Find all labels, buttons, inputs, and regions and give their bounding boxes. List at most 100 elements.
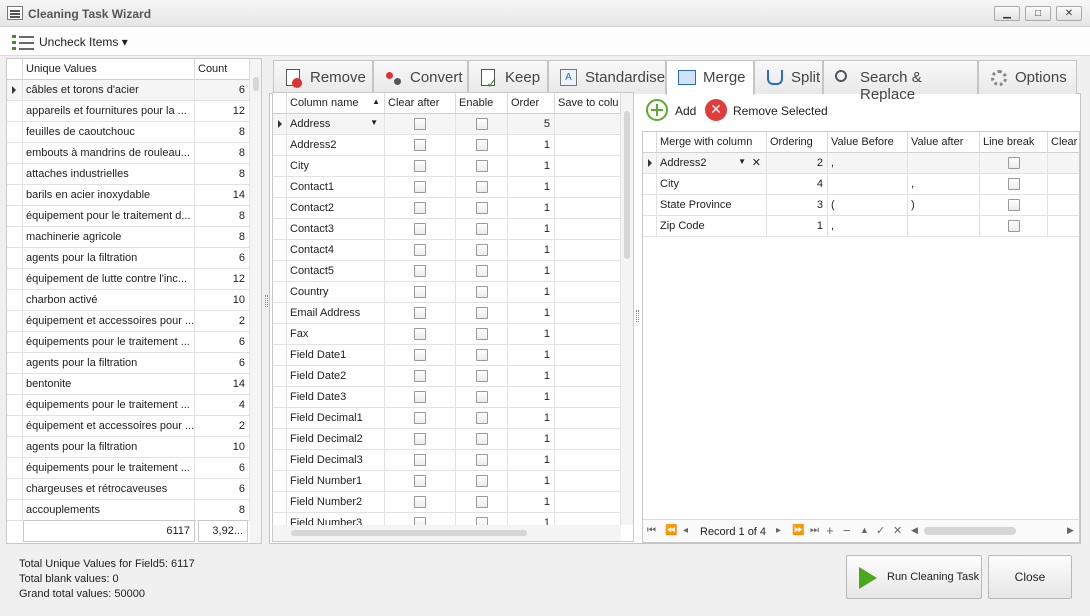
- value-after-cell[interactable]: ,: [908, 174, 980, 195]
- value-after-cell[interactable]: [908, 153, 980, 174]
- clear-after-checkbox[interactable]: [414, 181, 426, 193]
- delete-record-icon[interactable]: −: [843, 523, 851, 538]
- value-before-cell[interactable]: ,: [828, 153, 908, 174]
- tab-merge[interactable]: Merge: [666, 60, 754, 95]
- tab-options[interactable]: Options: [978, 60, 1077, 94]
- clear-after-checkbox[interactable]: [414, 412, 426, 424]
- count-cell[interactable]: 12: [195, 269, 250, 290]
- column-name-cell[interactable]: Field Decimal2: [287, 429, 385, 450]
- save-to-column-cell[interactable]: [555, 219, 621, 240]
- count-cell[interactable]: 10: [195, 437, 250, 458]
- unique-value-cell[interactable]: embouts à mandrins de rouleau...: [23, 143, 195, 164]
- column-name-cell[interactable]: Email Address: [287, 303, 385, 324]
- order-cell[interactable]: 1: [508, 471, 555, 492]
- enable-checkbox[interactable]: [476, 412, 488, 424]
- clear-after-checkbox[interactable]: [414, 496, 426, 508]
- merge-with-column-cell[interactable]: State Province: [657, 195, 767, 216]
- column-name-cell[interactable]: Address ▼: [287, 114, 385, 135]
- run-cleaning-task-button[interactable]: Run Cleaning Task: [846, 555, 982, 599]
- line-break-checkbox[interactable]: [1008, 220, 1020, 232]
- clear-after-cell[interactable]: [1048, 216, 1079, 237]
- clear-after-checkbox[interactable]: [414, 265, 426, 277]
- minimize-button[interactable]: ▁: [994, 6, 1020, 21]
- ordering-cell[interactable]: 2: [767, 153, 828, 174]
- save-to-column-cell[interactable]: [555, 261, 621, 282]
- enable-checkbox[interactable]: [476, 202, 488, 214]
- order-cell[interactable]: 5: [508, 114, 555, 135]
- remove-icon[interactable]: ✕: [705, 99, 727, 121]
- clear-after-checkbox[interactable]: [414, 202, 426, 214]
- save-to-column-cell[interactable]: [555, 282, 621, 303]
- save-to-column-cell[interactable]: [555, 366, 621, 387]
- count-cell[interactable]: 8: [195, 122, 250, 143]
- column-header[interactable]: Clear a: [1048, 132, 1079, 153]
- order-cell[interactable]: 1: [508, 345, 555, 366]
- unique-value-cell[interactable]: machinerie agricole: [23, 227, 195, 248]
- value-before-cell[interactable]: ,: [828, 216, 908, 237]
- enable-checkbox[interactable]: [476, 244, 488, 256]
- line-break-checkbox[interactable]: [1008, 178, 1020, 190]
- clear-after-checkbox[interactable]: [414, 223, 426, 235]
- count-cell[interactable]: 14: [195, 185, 250, 206]
- column-name-cell[interactable]: Field Decimal3: [287, 450, 385, 471]
- order-cell[interactable]: 1: [508, 324, 555, 345]
- column-header[interactable]: Count: [195, 59, 250, 80]
- left-grid-scrollbar[interactable]: [250, 59, 261, 543]
- order-cell[interactable]: 1: [508, 366, 555, 387]
- splitter-grip[interactable]: [265, 295, 268, 307]
- save-record-icon[interactable]: ✓: [876, 524, 885, 537]
- add-icon[interactable]: [646, 99, 668, 121]
- ordering-cell[interactable]: 3: [767, 195, 828, 216]
- maximize-button[interactable]: □: [1025, 6, 1051, 21]
- clear-after-checkbox[interactable]: [414, 349, 426, 361]
- column-header[interactable]: Line break: [980, 132, 1048, 153]
- column-header[interactable]: Merge with column: [657, 132, 767, 153]
- count-cell[interactable]: 6: [195, 248, 250, 269]
- value-after-cell[interactable]: ): [908, 195, 980, 216]
- unique-value-cell[interactable]: équipements pour le traitement ...: [23, 332, 195, 353]
- append-record-icon[interactable]: +: [826, 523, 834, 538]
- column-name-cell[interactable]: Country: [287, 282, 385, 303]
- save-to-column-cell[interactable]: [555, 387, 621, 408]
- column-name-cell[interactable]: Fax: [287, 324, 385, 345]
- count-cell[interactable]: 8: [195, 206, 250, 227]
- column-name-cell[interactable]: Contact4: [287, 240, 385, 261]
- enable-checkbox[interactable]: [476, 328, 488, 340]
- tab-keep[interactable]: ✓ Keep: [468, 60, 548, 94]
- clear-value-icon[interactable]: ✕: [752, 156, 761, 169]
- order-cell[interactable]: 1: [508, 408, 555, 429]
- unique-value-cell[interactable]: câbles et torons d'acier: [23, 80, 195, 101]
- count-cell[interactable]: 2: [195, 311, 250, 332]
- column-name-cell[interactable]: Contact5: [287, 261, 385, 282]
- enable-checkbox[interactable]: [476, 349, 488, 361]
- column-header[interactable]: Save to colu: [555, 93, 621, 114]
- previous-record-icon[interactable]: ◂: [683, 525, 688, 536]
- line-break-checkbox[interactable]: [1008, 199, 1020, 211]
- column-name-cell[interactable]: Field Number1: [287, 471, 385, 492]
- enable-checkbox[interactable]: [476, 307, 488, 319]
- clear-after-cell[interactable]: [1048, 153, 1079, 174]
- scroll-left-icon[interactable]: ◀: [911, 525, 918, 536]
- merge-with-column-cell[interactable]: Zip Code: [657, 216, 767, 237]
- order-cell[interactable]: 1: [508, 135, 555, 156]
- enable-checkbox[interactable]: [476, 475, 488, 487]
- unique-value-cell[interactable]: barils en acier inoxydable: [23, 185, 195, 206]
- dropdown-arrow-icon[interactable]: ▼: [738, 157, 746, 166]
- count-cell[interactable]: 6: [195, 479, 250, 500]
- enable-checkbox[interactable]: [476, 223, 488, 235]
- unique-value-cell[interactable]: équipements pour le traitement ...: [23, 395, 195, 416]
- clear-after-cell[interactable]: [1048, 195, 1079, 216]
- column-header[interactable]: Value after: [908, 132, 980, 153]
- next-page-icon[interactable]: ⏩: [792, 525, 804, 536]
- column-name-cell[interactable]: Contact1: [287, 177, 385, 198]
- column-header[interactable]: Enable: [456, 93, 508, 114]
- merge-with-column-cell[interactable]: City: [657, 174, 767, 195]
- save-to-column-cell[interactable]: [555, 324, 621, 345]
- previous-page-icon[interactable]: ⏪: [665, 525, 677, 536]
- clear-after-checkbox[interactable]: [414, 160, 426, 172]
- save-to-column-cell[interactable]: [555, 156, 621, 177]
- count-cell[interactable]: 6: [195, 458, 250, 479]
- order-cell[interactable]: 1: [508, 261, 555, 282]
- count-cell[interactable]: 8: [195, 500, 250, 521]
- close-window-button[interactable]: ✕: [1056, 6, 1082, 21]
